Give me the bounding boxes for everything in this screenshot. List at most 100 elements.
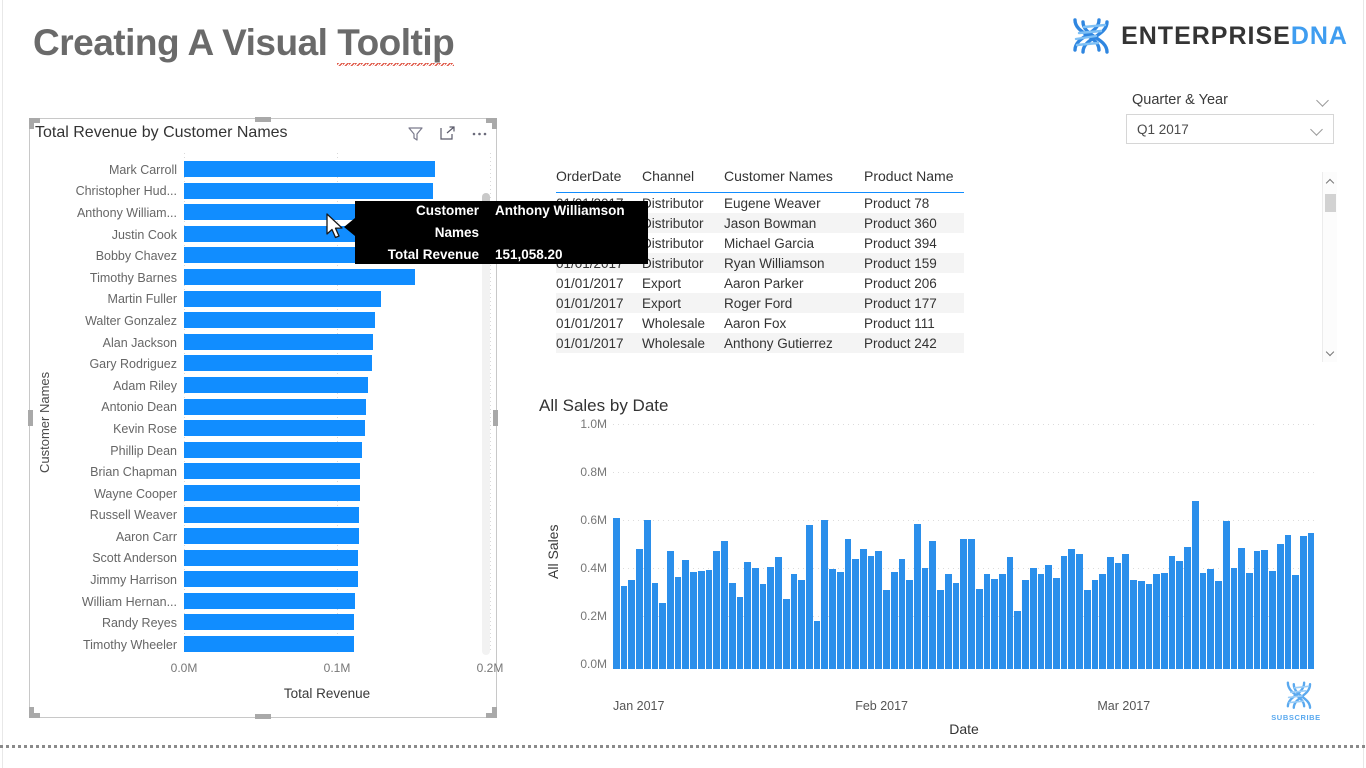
- column-header-channel[interactable]: Channel: [642, 166, 724, 193]
- bar-row[interactable]: Jimmy Harrison: [58, 569, 490, 591]
- sales-bar[interactable]: [721, 540, 728, 669]
- bar-fill[interactable]: [184, 441, 363, 458]
- chevron-down-icon[interactable]: [1325, 347, 1335, 357]
- bar-fill[interactable]: [184, 528, 359, 545]
- sales-bar[interactable]: [1299, 535, 1307, 669]
- sales-bar[interactable]: [1276, 544, 1284, 669]
- sales-bar[interactable]: [613, 517, 620, 669]
- sales-bar[interactable]: [1238, 547, 1245, 669]
- sales-bar[interactable]: [805, 525, 813, 669]
- bar-row[interactable]: Scott Anderson: [58, 548, 490, 570]
- sales-bar[interactable]: [1091, 580, 1099, 669]
- sales-bar[interactable]: [1060, 556, 1068, 669]
- bar-fill[interactable]: [184, 484, 360, 501]
- bar-fill[interactable]: [184, 312, 375, 329]
- sales-bar[interactable]: [1253, 551, 1261, 669]
- sales-bar[interactable]: [1222, 521, 1230, 669]
- sales-bar[interactable]: [1130, 580, 1137, 669]
- sales-bar[interactable]: [782, 599, 790, 669]
- sales-bar[interactable]: [1137, 581, 1145, 669]
- bar-fill[interactable]: [184, 290, 382, 307]
- bar-fill[interactable]: [184, 463, 361, 480]
- resize-handle-top-center[interactable]: [255, 117, 271, 122]
- scrollbar-thumb[interactable]: [1325, 194, 1336, 212]
- sales-bar[interactable]: [929, 540, 937, 669]
- sales-bar[interactable]: [1052, 577, 1060, 669]
- sales-bar[interactable]: [890, 571, 898, 669]
- sales-bar[interactable]: [844, 539, 852, 669]
- sales-bar[interactable]: [944, 574, 952, 669]
- sales-bar[interactable]: [713, 550, 721, 669]
- sales-bar[interactable]: [1207, 569, 1215, 669]
- bar-fill[interactable]: [184, 549, 359, 566]
- bar-fill[interactable]: [184, 268, 416, 285]
- bar-fill[interactable]: [184, 636, 354, 653]
- sales-bar[interactable]: [651, 582, 659, 669]
- bar-fill[interactable]: [184, 182, 433, 199]
- sales-bar[interactable]: [829, 569, 836, 669]
- sales-bar[interactable]: [690, 571, 697, 669]
- bar-row[interactable]: Walter Gonzalez: [58, 310, 490, 332]
- sales-bar[interactable]: [1215, 581, 1222, 669]
- slicer-dropdown[interactable]: Q1 2017: [1126, 114, 1334, 144]
- sales-bar[interactable]: [1191, 501, 1199, 669]
- filter-icon[interactable]: [407, 125, 424, 142]
- sales-bar[interactable]: [697, 570, 705, 669]
- sales-bar[interactable]: [1269, 570, 1276, 669]
- bar-fill[interactable]: [184, 398, 367, 415]
- sales-bar[interactable]: [1099, 574, 1106, 669]
- sales-bar[interactable]: [1114, 563, 1122, 669]
- bar-row[interactable]: Brian Chapman: [58, 461, 490, 483]
- bar-fill[interactable]: [184, 592, 356, 609]
- sales-bar[interactable]: [1076, 553, 1083, 669]
- sales-bar[interactable]: [952, 582, 960, 669]
- chevron-down-icon[interactable]: [1317, 96, 1330, 104]
- bar-fill[interactable]: [184, 355, 373, 372]
- sales-bar[interactable]: [883, 589, 890, 669]
- sales-bar[interactable]: [1145, 583, 1153, 669]
- bar-row[interactable]: Phillip Dean: [58, 440, 490, 462]
- sales-bar[interactable]: [1168, 556, 1176, 669]
- resize-handle-top-right-v[interactable]: [492, 118, 497, 129]
- sales-bar[interactable]: [744, 562, 751, 669]
- sales-bar[interactable]: [1006, 557, 1014, 669]
- bar-row[interactable]: William Hernan...: [58, 591, 490, 613]
- bar-fill[interactable]: [184, 506, 360, 523]
- column-header-orderdate[interactable]: OrderDate: [556, 166, 642, 193]
- sales-bar[interactable]: [767, 567, 775, 669]
- resize-handle-top-left-v[interactable]: [29, 118, 34, 129]
- sales-bar[interactable]: [1292, 575, 1299, 669]
- sales-bar[interactable]: [790, 574, 798, 669]
- sales-bar[interactable]: [983, 574, 991, 669]
- sales-bar[interactable]: [836, 571, 844, 669]
- bar-row[interactable]: Kevin Rose: [58, 418, 490, 440]
- sales-bar[interactable]: [937, 589, 944, 669]
- bar-row[interactable]: Timothy Wheeler: [58, 634, 490, 656]
- sales-bar[interactable]: [1161, 573, 1168, 669]
- column-header-customer-names[interactable]: Customer Names: [724, 166, 864, 193]
- sales-bar[interactable]: [1307, 533, 1315, 669]
- bar-fill[interactable]: [184, 420, 366, 437]
- sales-chart-visual[interactable]: All Sales by Date All Sales 0.0M 0.2M 0.4M…: [533, 396, 1333, 737]
- chevron-down-icon[interactable]: [1311, 125, 1324, 133]
- table-row[interactable]: 01/01/2017 Export Roger Ford Product 177: [556, 293, 964, 313]
- sales-bar[interactable]: [728, 583, 736, 669]
- sales-bar[interactable]: [1022, 580, 1029, 669]
- sales-bar[interactable]: [914, 523, 921, 669]
- sales-bar[interactable]: [1083, 589, 1091, 669]
- sales-bar[interactable]: [628, 580, 636, 669]
- sales-bar[interactable]: [1184, 546, 1191, 669]
- sales-bar[interactable]: [875, 551, 883, 669]
- sales-bar[interactable]: [667, 551, 674, 669]
- sales-bar[interactable]: [821, 520, 829, 669]
- sales-bar[interactable]: [682, 559, 690, 669]
- bar-row[interactable]: Randy Reyes: [58, 612, 490, 634]
- bar-row[interactable]: Wayne Cooper: [58, 483, 490, 505]
- bar-row[interactable]: Aaron Carr: [58, 526, 490, 548]
- bar-fill[interactable]: [184, 161, 436, 177]
- table-row[interactable]: 01/01/2017 Wholesale Aaron Fox Product 111: [556, 313, 964, 333]
- bar-row[interactable]: Alan Jackson: [58, 332, 490, 354]
- sales-bar[interactable]: [898, 558, 906, 669]
- sales-bar[interactable]: [1284, 534, 1292, 669]
- table-visual[interactable]: OrderDate Channel Customer Names Product…: [556, 166, 1337, 362]
